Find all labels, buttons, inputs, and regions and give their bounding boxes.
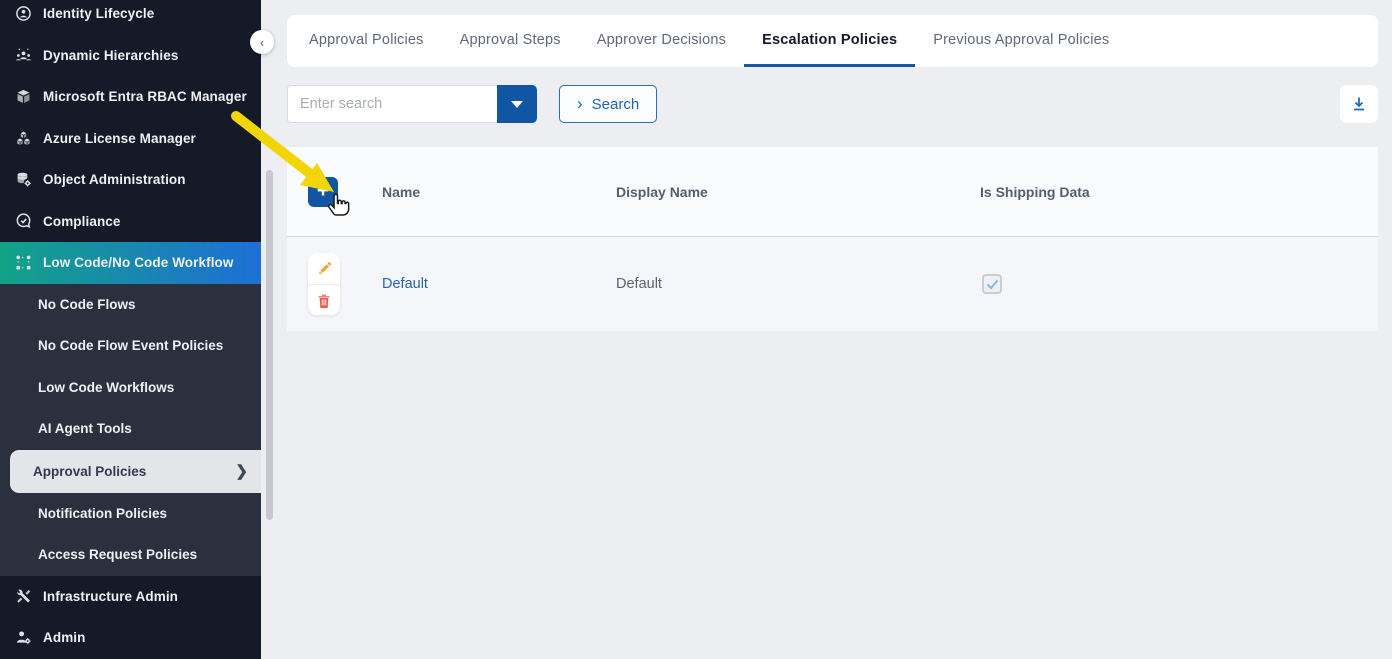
azure-license-icon bbox=[14, 129, 32, 147]
sidebar-item-label: Access Request Policies bbox=[38, 547, 197, 562]
sidebar-item-label: Low Code Workflows bbox=[38, 380, 174, 395]
sidebar-item-rbac-manager[interactable]: Microsoft Entra RBAC Manager bbox=[0, 76, 261, 118]
sidebar-item-azure-license-manager[interactable]: Azure License Manager bbox=[0, 118, 261, 160]
policy-name-link[interactable]: Default bbox=[382, 276, 428, 292]
sidebar-item-identity-lifecycle[interactable]: Identity Lifecycle bbox=[0, 0, 261, 35]
download-button[interactable] bbox=[1340, 85, 1378, 123]
column-header-is-shipping-data: Is Shipping Data bbox=[980, 184, 1378, 200]
search-toolbar: › Search bbox=[287, 85, 1378, 123]
sidebar-item-infrastructure-admin[interactable]: Infrastructure Admin bbox=[0, 576, 261, 618]
sidebar-collapse-button[interactable]: ‹ bbox=[250, 30, 274, 54]
sidebar-item-object-administration[interactable]: Object Administration bbox=[0, 159, 261, 201]
sidebar-scrollbar[interactable] bbox=[266, 170, 273, 520]
sidebar-item-label: Identity Lifecycle bbox=[43, 6, 154, 21]
download-icon bbox=[1350, 95, 1368, 113]
sidebar-item-dynamic-hierarchies[interactable]: Dynamic Hierarchies bbox=[0, 35, 261, 77]
sidebar-item-ai-agent-tools[interactable]: AI Agent Tools bbox=[0, 408, 261, 450]
column-header-name: Name bbox=[382, 184, 616, 200]
sidebar-item-label: Compliance bbox=[43, 214, 121, 229]
identity-lifecycle-icon bbox=[14, 5, 32, 23]
app-root: Identity Lifecycle Dynamic Hierarchies M… bbox=[0, 0, 1392, 659]
tab-escalation-policies[interactable]: Escalation Policies bbox=[744, 15, 915, 67]
sidebar-item-low-code-no-code-workflow[interactable]: Low Code/No Code Workflow bbox=[0, 242, 261, 284]
sidebar-item-label: AI Agent Tools bbox=[38, 421, 132, 436]
tab-approval-policies[interactable]: Approval Policies bbox=[291, 15, 442, 67]
infrastructure-admin-icon bbox=[14, 587, 32, 605]
edit-button[interactable] bbox=[308, 253, 340, 284]
sidebar-item-label: Infrastructure Admin bbox=[43, 589, 178, 604]
sidebar-item-low-code-workflows[interactable]: Low Code Workflows bbox=[0, 367, 261, 409]
search-dropdown-button[interactable] bbox=[497, 85, 537, 123]
sidebar-item-label: Microsoft Entra RBAC Manager bbox=[43, 89, 247, 104]
sidebar-item-label: Low Code/No Code Workflow bbox=[43, 255, 234, 270]
add-policy-button[interactable]: + bbox=[308, 177, 338, 207]
object-administration-icon bbox=[14, 171, 32, 189]
admin-icon bbox=[14, 629, 32, 647]
sidebar-item-label: No Code Flow Event Policies bbox=[38, 338, 223, 353]
workflow-submenu: No Code Flows No Code Flow Event Policie… bbox=[0, 284, 261, 576]
compliance-icon bbox=[14, 212, 32, 230]
sidebar-item-label: Azure License Manager bbox=[43, 131, 196, 146]
row-action-group bbox=[308, 253, 340, 315]
sidebar-item-label: Admin bbox=[43, 630, 86, 645]
pencil-icon bbox=[317, 261, 332, 276]
sidebar-item-notification-policies[interactable]: Notification Policies bbox=[0, 493, 261, 535]
workflow-icon bbox=[14, 254, 32, 272]
chevron-left-icon: ‹ bbox=[260, 35, 264, 50]
policy-display-name: Default bbox=[616, 276, 662, 292]
sidebar-item-label: Notification Policies bbox=[38, 506, 167, 521]
table-header-row: + Name Display Name Is Shipping Data bbox=[287, 147, 1378, 236]
sidebar-item-label: Dynamic Hierarchies bbox=[43, 48, 178, 63]
table-row: Default Default bbox=[287, 236, 1378, 331]
sidebar-item-approval-policies[interactable]: Approval Policies ❯ bbox=[10, 450, 261, 493]
rbac-manager-icon bbox=[14, 88, 32, 106]
is-shipping-data-checkbox[interactable] bbox=[982, 274, 1002, 294]
dynamic-hierarchies-icon bbox=[14, 46, 32, 64]
chevron-right-icon: ❯ bbox=[235, 462, 248, 480]
sidebar-item-admin[interactable]: Admin bbox=[0, 617, 261, 659]
search-button[interactable]: › Search bbox=[559, 85, 657, 123]
sidebar-item-label: Object Administration bbox=[43, 172, 186, 187]
sidebar-nav: Identity Lifecycle Dynamic Hierarchies M… bbox=[0, 0, 261, 659]
column-header-display-name: Display Name bbox=[616, 184, 980, 200]
sidebar-item-no-code-flow-event-policies[interactable]: No Code Flow Event Policies bbox=[0, 325, 261, 367]
escalation-policies-table: + Name Display Name Is Shipping Data bbox=[287, 147, 1378, 331]
caret-down-icon bbox=[511, 101, 523, 108]
sidebar-item-compliance[interactable]: Compliance bbox=[0, 201, 261, 243]
sidebar: Identity Lifecycle Dynamic Hierarchies M… bbox=[0, 0, 261, 659]
chevron-right-icon: › bbox=[577, 95, 583, 112]
trash-icon bbox=[317, 293, 331, 308]
main-content: Approval Policies Approval Steps Approve… bbox=[261, 0, 1392, 659]
tab-bar: Approval Policies Approval Steps Approve… bbox=[287, 15, 1378, 67]
tab-approver-decisions[interactable]: Approver Decisions bbox=[579, 15, 744, 67]
check-icon bbox=[986, 279, 999, 290]
sidebar-item-label: No Code Flows bbox=[38, 297, 136, 312]
plus-icon: + bbox=[317, 178, 329, 204]
sidebar-item-label: Approval Policies bbox=[33, 464, 146, 479]
search-group bbox=[287, 85, 537, 123]
search-input[interactable] bbox=[287, 85, 497, 123]
tab-previous-approval-policies[interactable]: Previous Approval Policies bbox=[915, 15, 1127, 67]
sidebar-item-access-request-policies[interactable]: Access Request Policies bbox=[0, 534, 261, 576]
sidebar-item-no-code-flows[interactable]: No Code Flows bbox=[0, 284, 261, 326]
tab-approval-steps[interactable]: Approval Steps bbox=[442, 15, 579, 67]
delete-button[interactable] bbox=[308, 284, 340, 315]
